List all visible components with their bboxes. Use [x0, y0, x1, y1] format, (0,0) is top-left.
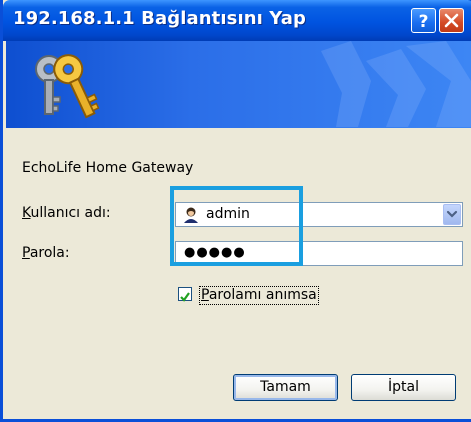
title-bar[interactable]: 192.168.1.1 Bağlantısını Yap ?	[3, 0, 471, 41]
highlight-box	[170, 186, 303, 266]
ok-button[interactable]: Tamam	[233, 374, 338, 401]
remember-checkbox[interactable]	[178, 287, 192, 302]
realm-text: EchoLife Home Gateway	[22, 160, 194, 176]
svg-text:?: ?	[419, 12, 429, 32]
cancel-button[interactable]: İptal	[351, 374, 456, 401]
keys-icon	[35, 41, 471, 127]
login-dialog: 192.168.1.1 Bağlantısını Yap ? EchoLife …	[0, 0, 471, 422]
window-title: 192.168.1.1 Bağlantısını Yap	[13, 8, 306, 29]
remember-label[interactable]: Parolamı anımsa	[199, 286, 319, 305]
chevron-down-icon	[446, 210, 458, 218]
help-icon: ?	[419, 12, 429, 32]
password-label: Parola:	[22, 245, 70, 261]
checkmark-icon	[180, 292, 190, 302]
close-button[interactable]	[439, 8, 464, 33]
username-label: Kullanıcı adı:	[22, 205, 111, 221]
dropdown-button[interactable]	[443, 204, 461, 225]
close-icon	[444, 13, 459, 28]
help-button[interactable]: ?	[411, 8, 436, 33]
header-banner	[6, 41, 471, 128]
